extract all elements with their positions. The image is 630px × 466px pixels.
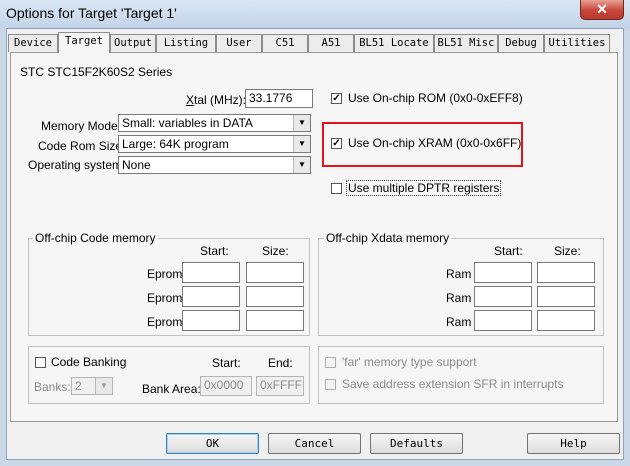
ok-button[interactable]: OK [166,433,259,454]
tab-debug[interactable]: Debug [498,34,544,52]
ram-size-input[interactable] [537,286,595,307]
banks-select[interactable]: 2 ▼ [71,377,113,395]
offchip-xdata-title: Off-chip Xdata memory [324,231,452,245]
ram-label: Ram [446,291,472,305]
offchip-code-size-header: Size: [262,244,289,258]
chevron-down-icon: ▼ [293,157,310,173]
tab-output[interactable]: Output [110,34,156,52]
ram-start-input[interactable] [474,286,532,307]
window-title: Options for Target 'Target 1' [6,5,177,21]
tab-bl51-locate[interactable]: BL51 Locate [354,34,434,52]
save-address-checkbox[interactable] [325,379,336,390]
far-memory-label: 'far' memory type support [342,355,477,369]
eprom-label: Eprom [147,315,183,329]
offchip-xdata-size-header: Size: [554,244,581,258]
multiple-dptr-checkbox[interactable] [331,183,342,194]
ram-label: Ram [446,315,472,329]
eprom-size-input[interactable] [246,310,304,331]
chevron-down-icon: ▼ [95,378,112,394]
tab-user[interactable]: User [216,34,262,52]
eprom-size-input[interactable] [246,262,304,283]
cancel-button[interactable]: Cancel [268,433,361,454]
defaults-button[interactable]: Defaults [370,433,463,454]
tab-utilities[interactable]: Utilities [544,34,610,52]
tab-device[interactable]: Device [8,34,58,52]
ram-size-input[interactable] [537,262,595,283]
bank-area-end-input[interactable]: 0xFFFF [256,376,304,396]
bank-end-header: End: [268,356,293,370]
xtal-label: Xtal (MHz): [186,93,247,107]
eprom-size-input[interactable] [246,286,304,307]
title-bar: Options for Target 'Target 1' ✕ [0,0,630,28]
banks-value: 2 [75,379,82,393]
ram-start-input[interactable] [474,310,532,331]
eprom-start-input[interactable] [182,262,240,283]
far-memory-checkbox[interactable] [325,357,336,368]
code-banking-checkbox[interactable] [35,357,46,368]
eprom-start-input[interactable] [182,310,240,331]
tab-target[interactable]: Target [58,32,110,53]
tab-bl51-misc[interactable]: BL51 Misc [434,34,498,52]
eprom-label: Eprom [147,291,183,305]
ram-start-input[interactable] [474,262,532,283]
close-button[interactable]: ✕ [580,0,624,20]
bank-start-header: Start: [212,356,241,370]
operating-system-value: None [122,158,151,172]
code-rom-size-label: Code Rom Size: [38,139,126,153]
banks-label: Banks: [34,380,71,394]
eprom-label: Eprom [147,267,183,281]
operating-system-label: Operating system: [28,158,126,172]
memory-model-label: Memory Model: [41,119,124,133]
tab-c51[interactable]: C51 [262,34,308,52]
highlight-box [322,122,523,167]
tab-a51[interactable]: A51 [308,34,354,52]
offchip-xdata-start-header: Start: [494,244,523,258]
code-rom-size-value: Large: 64K program [122,137,229,151]
memory-model-value: Small: variables in DATA [122,116,253,130]
save-address-label: Save address extension SFR in interrupts [342,377,564,391]
chevron-down-icon: ▼ [293,115,310,131]
bank-area-label: Bank Area: [142,382,201,396]
device-name: STC STC15F2K60S2 Series [20,65,173,79]
bank-area-start-input[interactable]: 0x0000 [200,376,252,396]
ram-label: Ram [446,267,472,281]
multiple-dptr-label: Use multiple DPTR registers [346,180,502,196]
memory-model-select[interactable]: Small: variables in DATA ▼ [118,114,311,132]
offchip-code-start-header: Start: [200,244,229,258]
offchip-code-title: Off-chip Code memory [33,231,158,245]
eprom-start-input[interactable] [182,286,240,307]
onchip-rom-checkbox[interactable]: ✓ [331,93,342,104]
onchip-rom-label: Use On-chip ROM (0x0-0xEFF8) [348,91,523,105]
ram-size-input[interactable] [537,310,595,331]
help-button[interactable]: Help [527,433,620,454]
chevron-down-icon: ▼ [293,136,310,152]
operating-system-select[interactable]: None ▼ [118,156,311,174]
close-icon: ✕ [596,1,608,17]
code-rom-size-select[interactable]: Large: 64K program ▼ [118,135,311,153]
xtal-input[interactable]: 33.1776 [245,89,313,108]
code-banking-label: Code Banking [51,355,127,369]
tab-listing[interactable]: Listing [156,34,216,52]
